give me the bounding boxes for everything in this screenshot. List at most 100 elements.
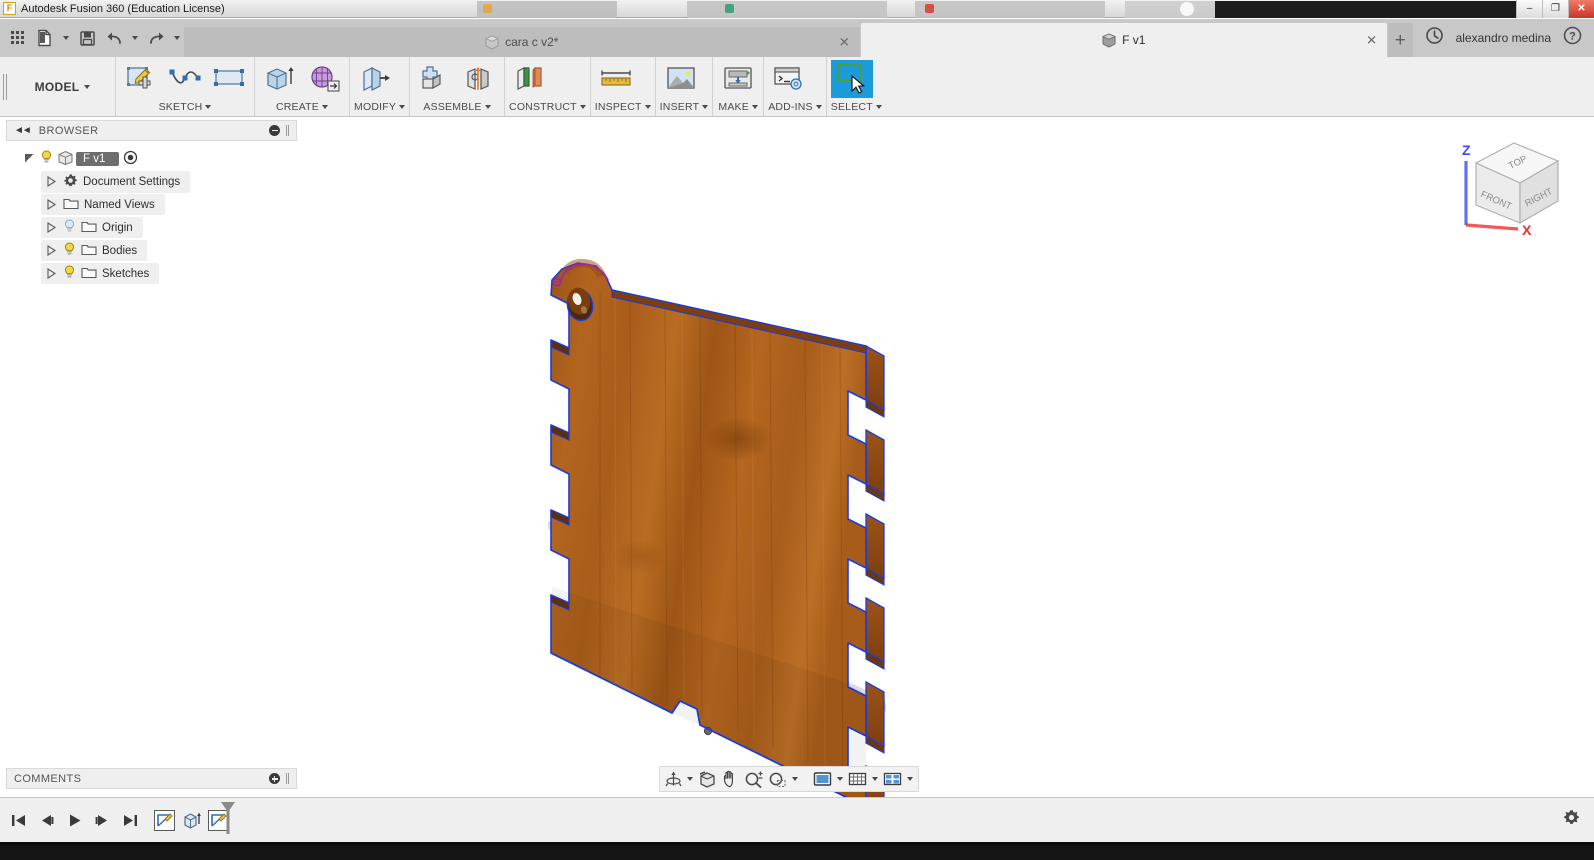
chevron-down-icon xyxy=(84,84,91,89)
undo-button[interactable] xyxy=(101,23,127,53)
visibility-bulb-icon[interactable] xyxy=(63,265,76,282)
new-file-dropdown[interactable] xyxy=(59,23,73,53)
new-document-tab-button[interactable]: + xyxy=(1388,23,1413,57)
maximize-button[interactable]: ❐ xyxy=(1542,0,1568,18)
viewports-button[interactable] xyxy=(881,768,904,790)
joint-tool[interactable] xyxy=(458,60,500,98)
rectangle-tool[interactable] xyxy=(208,60,250,98)
account-username[interactable]: alexandro medina xyxy=(1456,31,1551,45)
panel-resize-grip[interactable] xyxy=(286,773,289,784)
ribbon-group-assemble-label[interactable]: ASSEMBLE xyxy=(414,100,500,114)
browser-node-document-settings[interactable]: Document Settings xyxy=(6,170,297,193)
ribbon-group-construct-label[interactable]: CONSTRUCT xyxy=(509,100,586,114)
fit-button[interactable] xyxy=(766,768,789,790)
ribbon-group-inspect-label[interactable]: INSPECT xyxy=(595,100,651,114)
document-tab-close[interactable]: ✕ xyxy=(1366,34,1377,47)
new-component-tool[interactable] xyxy=(414,60,456,98)
insert-image-tool[interactable] xyxy=(660,60,702,98)
ribbon-group-create-label[interactable]: CREATE xyxy=(259,100,345,114)
caret-down-icon xyxy=(174,36,180,40)
timeline-step-forward[interactable] xyxy=(90,807,115,833)
display-settings-dropdown[interactable] xyxy=(835,768,845,790)
ribbon-group-make-label[interactable]: MAKE xyxy=(717,100,759,114)
expand-triangle-icon[interactable] xyxy=(44,222,58,233)
grid-snaps-button[interactable] xyxy=(846,768,869,790)
ribbon-group-label-text: ADD-INS xyxy=(768,101,813,113)
3d-print-tool[interactable] xyxy=(717,60,759,98)
look-at-button[interactable] xyxy=(696,768,719,790)
collapse-left-arrows-icon[interactable]: ◄◄ xyxy=(14,125,32,136)
timeline-go-to-end[interactable] xyxy=(118,807,143,833)
visibility-bulb-icon[interactable] xyxy=(40,150,53,167)
visibility-bulb-icon[interactable] xyxy=(63,242,76,259)
select-tool[interactable] xyxy=(830,60,873,98)
zoom-button[interactable] xyxy=(742,768,765,790)
fit-dropdown[interactable] xyxy=(790,768,800,790)
redo-button[interactable] xyxy=(143,23,169,53)
timeline-feature-sketch-1[interactable] xyxy=(154,809,175,831)
browser-node-label: Document Settings xyxy=(83,175,181,188)
activate-component-radio[interactable] xyxy=(123,150,138,168)
ribbon-group-addins-label[interactable]: ADD-INS xyxy=(768,100,822,114)
grid-snaps-dropdown[interactable] xyxy=(870,768,880,790)
undo-dropdown[interactable] xyxy=(128,23,142,53)
browser-node-sketches[interactable]: Sketches xyxy=(6,262,297,285)
ribbon-group-modify-label[interactable]: MODIFY xyxy=(354,100,406,114)
orbit-dropdown[interactable] xyxy=(685,768,695,790)
offset-plane-tool[interactable] xyxy=(509,60,551,98)
pan-button[interactable] xyxy=(720,768,741,790)
viewcube[interactable]: Z X TOP FRONT RIGHT xyxy=(1444,117,1584,238)
browser-node-label: Sketches xyxy=(102,267,150,280)
app-grid-button[interactable] xyxy=(5,23,31,53)
visibility-bulb-icon[interactable] xyxy=(63,219,76,236)
timeline-feature-extrude[interactable] xyxy=(181,810,202,831)
save-button[interactable] xyxy=(74,23,100,53)
clock-history-icon[interactable] xyxy=(1425,26,1444,50)
expand-triangle-icon[interactable] xyxy=(44,245,58,256)
browser-node-label[interactable]: F v1 xyxy=(76,151,120,166)
document-tab-cara-c[interactable]: cara c v2* ✕ xyxy=(184,27,860,57)
quick-access-toolbar xyxy=(0,19,184,57)
timeline-go-to-beginning[interactable] xyxy=(6,807,31,833)
timeline-settings-gear-icon[interactable] xyxy=(1563,809,1580,831)
ribbon-group-label-text: SKETCH xyxy=(158,101,203,113)
ribbon-group-sketch-label[interactable]: SKETCH xyxy=(120,100,250,114)
browser-node-origin[interactable]: Origin xyxy=(6,216,297,239)
browser-node-named-views[interactable]: Named Views xyxy=(6,193,297,216)
document-tab-bar: cara c v2* ✕ F v1 ✕ + alexandro medina ? xyxy=(0,19,1594,57)
document-tab-f-v1[interactable]: F v1 ✕ xyxy=(860,23,1388,57)
expand-triangle-icon[interactable] xyxy=(22,153,36,164)
panel-resize-grip[interactable] xyxy=(286,125,289,136)
browser-node-bodies[interactable]: Bodies xyxy=(6,239,297,262)
viewports-dropdown[interactable] xyxy=(905,768,915,790)
plus-circle-icon[interactable] xyxy=(269,773,280,784)
ribbon-group-insert-label[interactable]: INSERT xyxy=(660,100,709,114)
spline-tool[interactable] xyxy=(164,60,206,98)
timeline-step-back[interactable] xyxy=(34,807,59,833)
extrude-tool[interactable] xyxy=(259,60,301,98)
measure-tool[interactable] xyxy=(595,60,637,98)
timeline-play[interactable] xyxy=(62,807,87,833)
svg-text:?: ? xyxy=(1569,31,1576,43)
help-question-icon[interactable]: ? xyxy=(1563,26,1582,50)
new-file-button[interactable] xyxy=(32,23,58,53)
window-controls: – ❐ ✕ xyxy=(1516,0,1594,18)
document-tab-close[interactable]: ✕ xyxy=(839,36,850,49)
minus-circle-icon[interactable] xyxy=(269,125,280,136)
create-sketch-tool[interactable] xyxy=(120,60,162,98)
timeline-playhead-icon[interactable] xyxy=(219,801,237,840)
browser-node-root[interactable]: F v1 xyxy=(6,147,297,170)
close-button[interactable]: ✕ xyxy=(1568,0,1594,18)
expand-triangle-icon[interactable] xyxy=(44,176,58,187)
redo-dropdown[interactable] xyxy=(170,23,184,53)
orbit-button[interactable] xyxy=(663,768,684,790)
display-settings-button[interactable] xyxy=(811,768,834,790)
expand-triangle-icon[interactable] xyxy=(44,268,58,279)
scripts-addins-tool[interactable] xyxy=(768,60,810,98)
press-pull-tool[interactable] xyxy=(354,60,396,98)
expand-triangle-icon[interactable] xyxy=(44,199,58,210)
ribbon-group-select-label[interactable]: SELECT xyxy=(831,100,882,114)
create-mesh-tool[interactable] xyxy=(303,60,345,98)
workspace-switcher[interactable]: MODEL xyxy=(10,57,116,116)
minimize-button[interactable]: – xyxy=(1516,0,1542,18)
